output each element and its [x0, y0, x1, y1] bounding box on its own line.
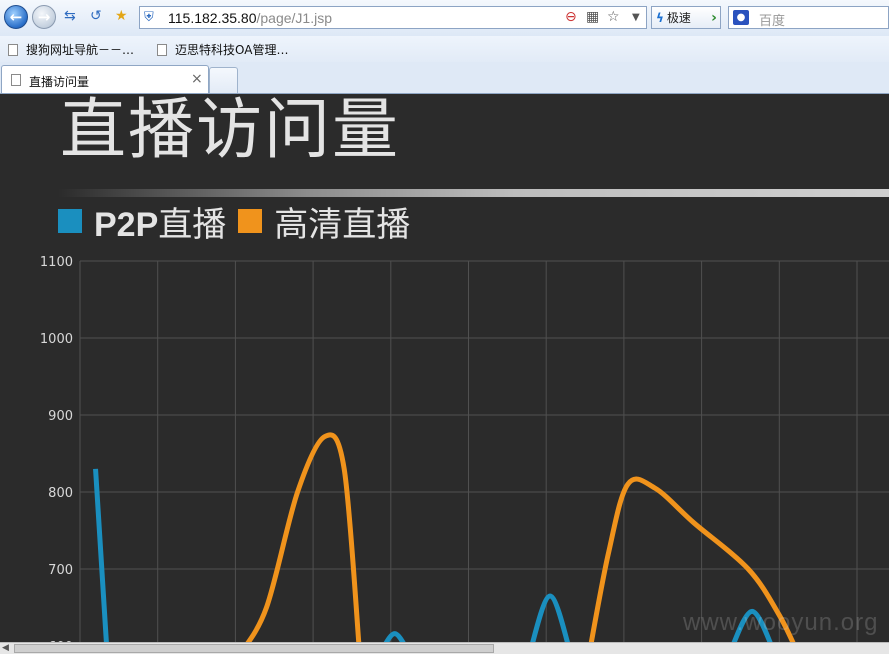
bookmark-label: 迈思特科技OA管理…	[175, 43, 289, 57]
refresh-icon[interactable]: ⇆	[64, 8, 76, 24]
forward-button[interactable]: →	[32, 5, 56, 29]
legend-label-hd: 高清直播	[274, 204, 411, 245]
block-icon[interactable]: ⊖	[565, 9, 577, 25]
address-url[interactable]: 115.182.35.80/page/J1.jsp	[168, 10, 332, 26]
legend-swatch-p2p	[58, 209, 82, 233]
legend-swatch-hd	[238, 209, 263, 233]
go-arrow-icon[interactable]: ›	[706, 6, 722, 29]
page-icon	[157, 43, 167, 56]
y-tick-label: 700	[48, 563, 73, 578]
legend-label-p2p: P2P直播	[94, 204, 227, 245]
bookmark-item[interactable]: 搜狗网址导航－－…	[8, 41, 134, 58]
new-tab-button[interactable]	[209, 67, 238, 93]
qrcode-icon[interactable]: ▦	[586, 9, 599, 25]
legend-item-p2p: P2P直播	[58, 197, 226, 246]
watermark: www.wooyun.org	[683, 609, 879, 636]
page-icon	[11, 74, 21, 86]
page-icon	[8, 43, 18, 56]
bookmark-item[interactable]: 迈思特科技OA管理…	[157, 41, 288, 58]
legend-item-hd: 高清直播	[238, 197, 410, 246]
favorites-star-icon[interactable]: ★	[115, 8, 128, 24]
close-icon[interactable]: ×	[191, 71, 203, 87]
horizontal-scrollbar[interactable]: ◀	[0, 642, 889, 654]
address-bar[interactable]: ⛨ 115.182.35.80/page/J1.jsp ⊖ ▦ ☆ ▼	[139, 6, 647, 29]
lightning-icon: ϟ	[656, 10, 664, 25]
undo-icon[interactable]: ↺	[90, 8, 102, 24]
y-tick-label: 900	[48, 409, 73, 424]
dropdown-arrow-icon[interactable]: ▼	[632, 12, 640, 23]
search-box[interactable]: ● 百度	[728, 6, 889, 29]
y-tick-label: 800	[48, 486, 73, 501]
bookmark-star-icon[interactable]: ☆	[607, 9, 620, 25]
y-tick-label: 1100	[40, 255, 73, 270]
browser-toolbar: ← → ⇆ ↺ ★ ⛨ 115.182.35.80/page/J1.jsp ⊖ …	[0, 0, 889, 37]
tab-bar: 直播访问量 ×	[0, 62, 889, 94]
y-tick-label: 1000	[40, 332, 73, 347]
search-placeholder: 百度	[759, 14, 786, 29]
page-content: 直播访问量 P2P直播 高清直播 11001000900800700600 ww…	[0, 94, 889, 653]
tab-active[interactable]: 直播访问量 ×	[1, 65, 209, 93]
tab-title: 直播访问量	[29, 75, 90, 89]
back-button[interactable]: ←	[4, 5, 28, 29]
speed-mode-label: 极速	[666, 11, 691, 25]
baidu-paw-icon[interactable]: ●	[733, 10, 749, 25]
series-line-hd	[237, 432, 363, 653]
security-shield-icon: ⛨	[144, 10, 154, 25]
bookmark-label: 搜狗网址导航－－…	[26, 43, 135, 57]
page-title: 直播访问量	[60, 94, 400, 168]
chart-legend: P2P直播 高清直播	[58, 200, 422, 245]
scroll-left-arrow-icon[interactable]: ◀	[2, 643, 9, 653]
scrollbar-thumb[interactable]	[14, 644, 494, 653]
favorites-bar: 搜狗网址导航－－… 迈思特科技OA管理…	[0, 36, 889, 62]
series-line-p2p	[93, 468, 110, 653]
line-chart: 11001000900800700600	[40, 255, 889, 653]
